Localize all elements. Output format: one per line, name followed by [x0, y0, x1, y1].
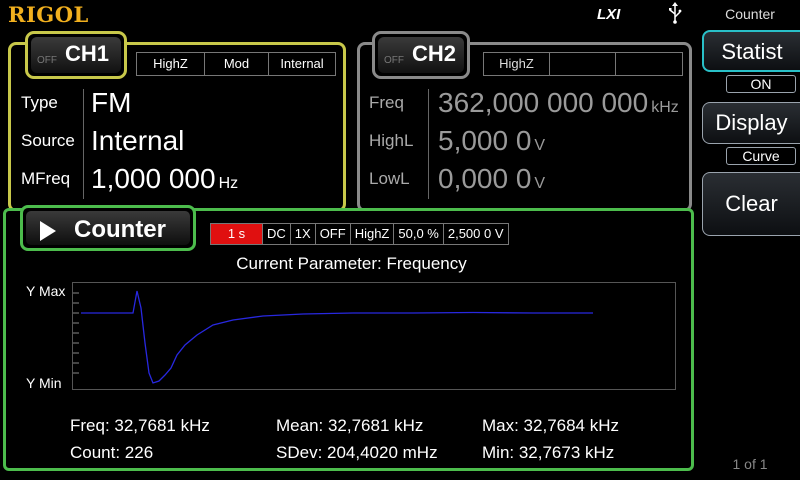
ch1-source-label: Source	[21, 131, 75, 150]
ch1-mfreq-label: MFreq	[21, 169, 71, 188]
ch2-lowl-label: LowL	[369, 169, 410, 188]
rigol-logo: RIGOL	[8, 2, 89, 27]
statist-button[interactable]: Statist	[702, 30, 800, 72]
ch2-impedance-flag: HighZ	[484, 53, 550, 75]
statist-value[interactable]: ON	[726, 75, 796, 93]
stat-freq: Freq: 32,7681 kHz	[70, 416, 210, 435]
counter-panel: Counter 1 s DC 1X OFF HighZ 50,0 % 2,500…	[3, 205, 694, 471]
filter-setting[interactable]: OFF	[316, 224, 351, 244]
ch1-divider	[83, 89, 84, 199]
ch2-output-state: OFF	[384, 55, 404, 66]
ch1-source-flag: Internal	[280, 56, 324, 71]
ch2-flags: HighZ	[483, 52, 683, 76]
counter-tab[interactable]: Counter	[20, 205, 196, 251]
ch2-divider	[428, 89, 429, 199]
ch1-impedance-flag: HighZ	[137, 53, 205, 75]
impedance-setting[interactable]: HighZ	[351, 224, 395, 244]
ch2-highl-label: HighL	[369, 131, 414, 150]
ch2-freq-unit: kHz	[651, 99, 679, 116]
duty-setting[interactable]: 50,0 %	[394, 224, 444, 244]
ch1-mode-flag: Mod	[205, 53, 269, 75]
stat-count: Count: 226	[70, 443, 154, 462]
menu-title: Counter	[725, 6, 775, 22]
page-indicator: 1 of 1	[732, 456, 768, 472]
gate-time-setting[interactable]: 1 s	[211, 224, 263, 244]
ch1-flags: HighZ Mod Internal	[136, 52, 336, 76]
softkey-menu: Counter Statist Display Clear 1 of 1	[700, 0, 800, 480]
ch1-type-value[interactable]: FM	[91, 87, 131, 119]
ch2-tab[interactable]: OFF CH2	[372, 31, 470, 79]
ch1-mfreq-unit: Hz	[218, 175, 239, 192]
ch2-source-flag	[616, 53, 682, 75]
y-max-label: Y Max	[26, 283, 66, 299]
ch1-panel[interactable]: OFF CH1 HighZ Mod Internal Type FM Sourc…	[8, 31, 346, 212]
ch1-name: CH1	[65, 41, 110, 66]
lxi-icon: LXI	[597, 6, 621, 23]
stat-max: Max: 32,7684 kHz	[482, 416, 620, 435]
stat-sdev: SDev: 204,4020 mHz	[276, 443, 438, 462]
statist-label: Statist	[721, 39, 783, 64]
ch1-output-state: OFF	[37, 55, 57, 66]
ch1-tab[interactable]: OFF CH1	[25, 31, 127, 79]
display-value[interactable]: Curve	[726, 147, 796, 165]
trigger-level-setting[interactable]: 2,500 0 V	[444, 224, 508, 244]
display-label: Display	[715, 110, 788, 135]
usb-icon	[668, 2, 682, 29]
display-button[interactable]: Display	[702, 102, 800, 144]
current-parameter: Current Parameter: Frequency	[236, 254, 467, 273]
ch2-highl-value[interactable]: 5,000 0V	[438, 125, 545, 157]
trend-plot	[72, 282, 676, 390]
stat-mean: Mean: 32,7681 kHz	[276, 416, 424, 435]
status-bar: RIGOL LXI	[0, 0, 700, 30]
play-icon	[40, 221, 56, 241]
trend-curve	[73, 290, 593, 384]
ch1-mfreq-value[interactable]: 1,000 000 Hz	[91, 163, 238, 195]
y-min-label: Y Min	[26, 375, 62, 391]
ch2-freq-value[interactable]: 362,000 000 000 kHz	[438, 87, 679, 119]
coupling-setting[interactable]: DC	[263, 224, 291, 244]
ch2-freq-label: Freq	[369, 93, 404, 112]
counter-title: Counter	[74, 216, 166, 243]
clear-label: Clear	[725, 191, 778, 216]
ch2-lowl-value[interactable]: 0,000 0V	[438, 163, 545, 195]
ch1-type-label: Type	[21, 93, 58, 112]
ch2-lowl-unit: V	[534, 175, 546, 192]
ch1-source-value[interactable]: Internal	[91, 125, 184, 157]
ch2-panel[interactable]: OFF CH2 HighZ Freq 362,000 000 000 kHz Hi…	[357, 31, 692, 212]
clear-button[interactable]: Clear	[702, 172, 800, 236]
ch2-name: CH2	[412, 41, 457, 66]
ch2-mode-flag	[550, 53, 616, 75]
counter-settings-bar: 1 s DC 1X OFF HighZ 50,0 % 2,500 0 V	[210, 223, 509, 245]
ch2-highl-unit: V	[534, 137, 546, 154]
attenuation-setting[interactable]: 1X	[291, 224, 316, 244]
stat-min: Min: 32,7673 kHz	[482, 443, 615, 462]
